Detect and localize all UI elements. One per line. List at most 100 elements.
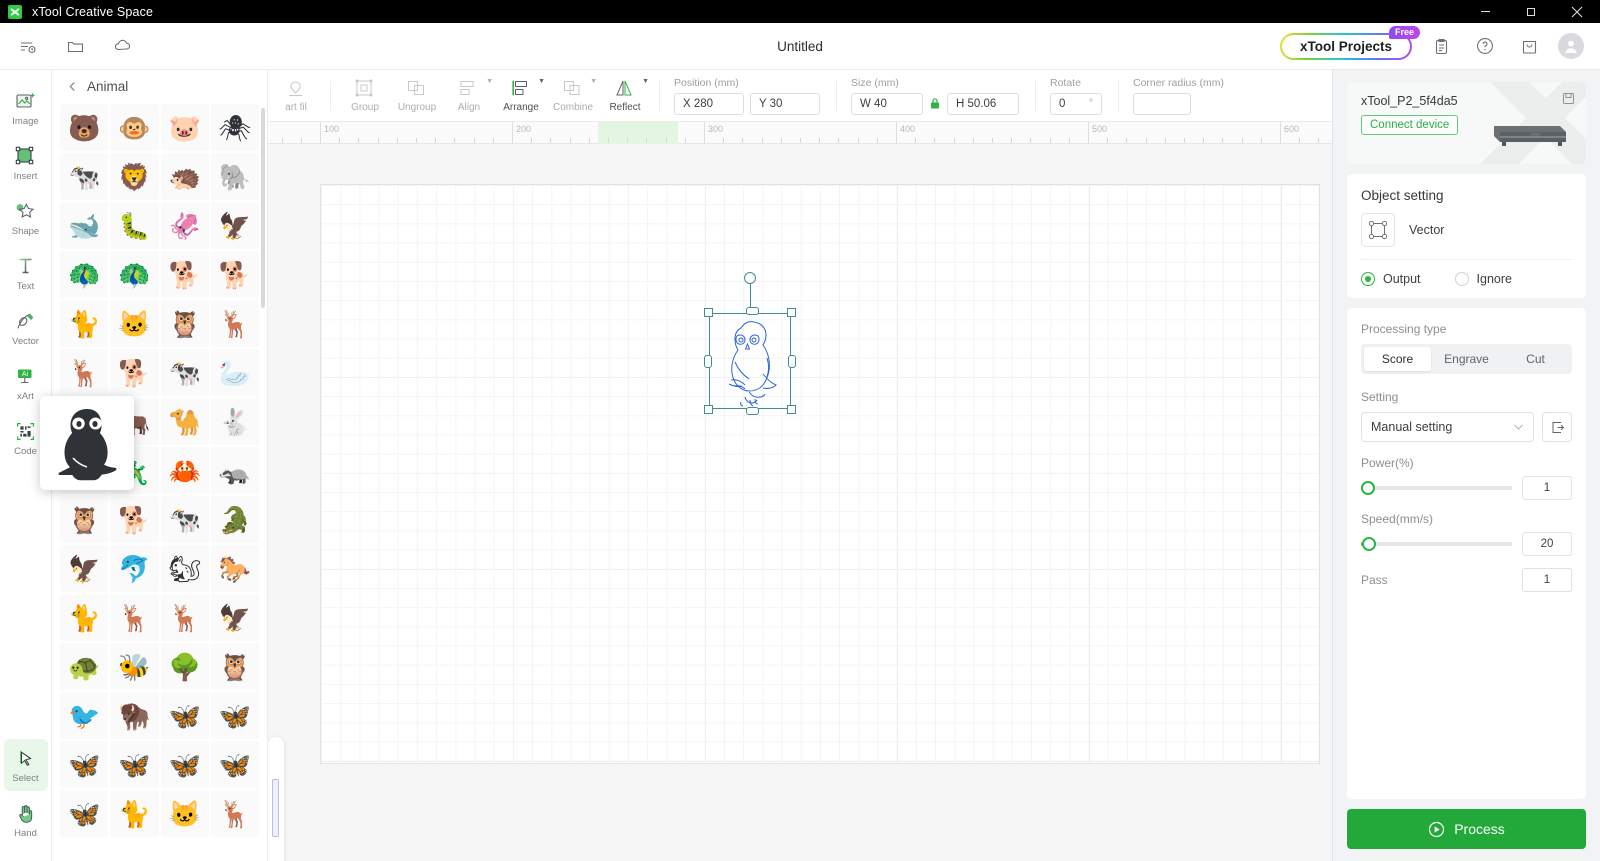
library-cell[interactable]: 🦋 <box>110 741 159 788</box>
toolbar-align[interactable]: ▼ Align <box>443 73 495 119</box>
power-value-input[interactable]: 1 <box>1522 476 1572 500</box>
library-cell[interactable]: 🐘 <box>210 153 259 200</box>
resize-handle-bottom-left[interactable] <box>704 405 713 414</box>
library-cell[interactable]: 🐕 <box>210 251 259 298</box>
chevron-down-icon[interactable]: ▼ <box>590 78 597 85</box>
library-cell[interactable]: 🦬 <box>110 692 159 739</box>
tool-insert[interactable]: Insert <box>4 137 48 189</box>
library-cell[interactable]: 🦋 <box>160 692 209 739</box>
toolbar-smart-fill[interactable]: art fil <box>270 73 322 119</box>
library-cell[interactable]: 🦑 <box>160 202 209 249</box>
library-cell[interactable]: 🦌 <box>210 300 259 347</box>
folder-icon[interactable] <box>60 31 90 61</box>
library-cell[interactable]: 🐎 <box>210 545 259 592</box>
pin-icon[interactable] <box>1562 92 1575 105</box>
power-knob[interactable] <box>1361 481 1375 495</box>
xtool-projects-button[interactable]: xTool Projects Free <box>1280 25 1420 60</box>
library-cell[interactable]: 🦋 <box>160 741 209 788</box>
tool-shape[interactable]: Shape <box>4 192 48 244</box>
resize-handle-bottom-right[interactable] <box>787 405 796 414</box>
back-chevron-icon[interactable] <box>66 80 79 93</box>
canvas-area[interactable]: 100 200 300 400 500 600 <box>268 122 1332 861</box>
size-width-input[interactable]: W 40 <box>851 92 923 115</box>
library-cell[interactable]: 🐷 <box>160 104 209 151</box>
library-cell[interactable]: 🐛 <box>110 202 159 249</box>
toolbar-arrange[interactable]: ▼ Arrange <box>495 73 547 119</box>
library-cell[interactable]: 🐵 <box>110 104 159 151</box>
library-cell[interactable]: 🐻 <box>60 104 109 151</box>
corner-radius-input[interactable] <box>1133 92 1191 115</box>
maximize-icon[interactable] <box>1508 0 1554 23</box>
library-cell[interactable]: 🐿 <box>160 545 209 592</box>
speed-slider[interactable] <box>1361 536 1512 552</box>
lock-closed-icon[interactable] <box>929 97 941 110</box>
radio-ignore[interactable]: Ignore <box>1454 272 1512 286</box>
library-cell[interactable]: 🐬 <box>110 545 159 592</box>
clipboard-icon[interactable] <box>1426 31 1456 61</box>
library-cell[interactable]: 🦚 <box>110 251 159 298</box>
chevron-down-icon[interactable]: ▼ <box>486 78 493 85</box>
menu-settings-icon[interactable] <box>12 31 42 61</box>
close-icon[interactable] <box>1554 0 1600 23</box>
library-cell[interactable]: 🦅 <box>210 594 259 641</box>
segment-cut[interactable]: Cut <box>1502 347 1569 371</box>
library-cell[interactable]: 🦅 <box>60 545 109 592</box>
library-cell[interactable]: 🦌 <box>110 594 159 641</box>
library-cell[interactable]: 🦔 <box>160 153 209 200</box>
library-cell[interactable]: 🦉 <box>160 300 209 347</box>
store-icon[interactable] <box>1514 31 1544 61</box>
library-cell[interactable]: 🌳 <box>160 643 209 690</box>
library-cell[interactable]: 🦋 <box>60 790 109 837</box>
toolbar-group[interactable]: Group <box>339 73 391 119</box>
library-cell[interactable]: 🦀 <box>160 447 209 494</box>
segment-engrave[interactable]: Engrave <box>1433 347 1500 371</box>
horizontal-ruler[interactable]: 100 200 300 400 500 600 <box>268 122 1332 144</box>
library-cell[interactable]: 🐈 <box>60 594 109 641</box>
library-cell[interactable]: 🐊 <box>210 496 259 543</box>
work-board[interactable] <box>320 184 1320 764</box>
toolbar-reflect[interactable]: ▼ Reflect <box>599 73 651 119</box>
library-cell[interactable]: 🦌 <box>60 349 109 396</box>
tool-hand[interactable]: Hand <box>4 794 48 846</box>
tool-vector[interactable]: Vector <box>4 302 48 354</box>
library-cell[interactable]: 🐱 <box>160 790 209 837</box>
speed-value-input[interactable]: 20 <box>1522 532 1572 556</box>
library-cell[interactable]: 🐪 <box>160 398 209 445</box>
pass-value-input[interactable]: 1 <box>1522 568 1572 592</box>
minimize-icon[interactable] <box>1462 0 1508 23</box>
radio-output[interactable]: Output <box>1361 272 1421 286</box>
selected-object[interactable] <box>704 272 796 415</box>
library-cell[interactable]: 🦉 <box>210 643 259 690</box>
tool-select[interactable]: Select <box>3 739 48 791</box>
library-cell[interactable]: 🐈 <box>110 790 159 837</box>
library-cell[interactable]: 🕷 <box>210 104 259 151</box>
library-cell[interactable]: 🐢 <box>60 643 109 690</box>
library-cell[interactable]: 🦚 <box>60 251 109 298</box>
library-cell[interactable]: 🦌 <box>160 594 209 641</box>
library-cell[interactable]: 🦋 <box>60 741 109 788</box>
setting-select[interactable]: Manual setting <box>1361 412 1534 442</box>
avatar[interactable] <box>1558 33 1584 59</box>
resize-handle-left[interactable] <box>704 355 712 368</box>
save-preset-icon[interactable] <box>1542 412 1572 442</box>
speed-knob[interactable] <box>1361 537 1376 551</box>
chevron-down-icon[interactable]: ▼ <box>538 78 545 85</box>
library-cell[interactable]: 🐕 <box>110 349 159 396</box>
resize-handle-top-right[interactable] <box>787 308 796 317</box>
library-cell[interactable]: 🦌 <box>210 790 259 837</box>
position-x-input[interactable]: X 280 <box>674 92 744 115</box>
toolbar-combine[interactable]: ▼ Combine <box>547 73 599 119</box>
device-card[interactable]: xTool_P2_5f4da5 Connect device xTool <box>1347 82 1586 164</box>
library-cell[interactable]: 🐦 <box>60 692 109 739</box>
library-cell[interactable]: 🦡 <box>210 447 259 494</box>
chevron-down-icon[interactable]: ▼ <box>642 78 649 85</box>
process-button[interactable]: Process <box>1347 809 1586 849</box>
library-cell[interactable]: 🐋 <box>60 202 109 249</box>
position-y-input[interactable]: Y 30 <box>750 92 820 115</box>
rotate-handle[interactable] <box>744 272 756 284</box>
tool-text[interactable]: Text <box>4 247 48 299</box>
library-scrollbar[interactable] <box>261 108 265 308</box>
cloud-icon[interactable] <box>108 31 138 61</box>
library-cell[interactable]: 🐕 <box>110 496 159 543</box>
library-cell[interactable]: 🐈 <box>60 300 109 347</box>
